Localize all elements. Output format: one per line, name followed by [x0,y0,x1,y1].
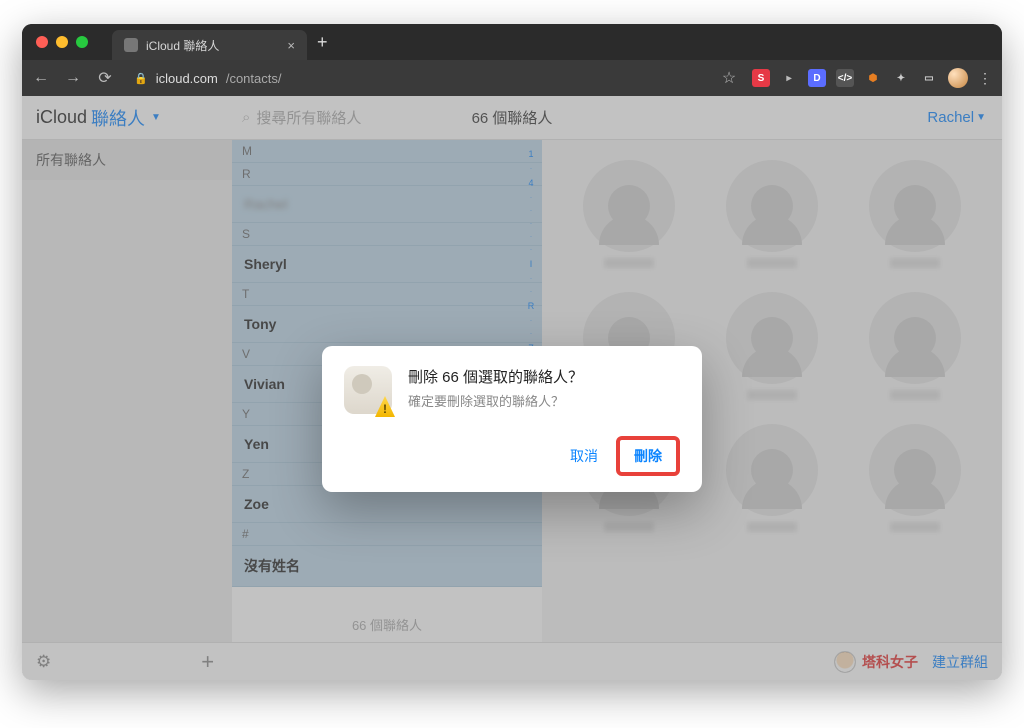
extension-s-icon[interactable]: S [752,69,770,87]
address-bar: ← → ⟳ 🔒 icloud.com/contacts/ ☆ S ▸ D </>… [22,60,1002,96]
extension-shield-icon[interactable]: ⬢ [864,69,882,87]
url-path: /contacts/ [226,71,282,86]
back-button[interactable]: ← [32,69,50,87]
dialog-subtitle: 確定要刪除選取的聯絡人？ [408,391,680,410]
extension-play-icon[interactable]: ▸ [780,69,798,87]
title-bar: iCloud 聯絡人 × + [22,24,1002,60]
apple-favicon-icon [124,38,138,52]
url-field[interactable]: 🔒 icloud.com/contacts/ [134,71,281,86]
icloud-contacts-app: iCloud 聯絡人 ▼ ⌕ 搜尋所有聯絡人 66 個聯絡人 Rachel ▼ … [22,96,1002,680]
browser-menu-icon[interactable]: ⋮ [978,70,992,87]
dialog-title: 刪除 66 個選取的聯絡人？ [408,366,680,387]
browser-window: iCloud 聯絡人 × + ← → ⟳ 🔒 icloud.com/contac… [22,24,1002,680]
url-host: icloud.com [156,71,218,86]
delete-button[interactable]: 刪除 [634,448,662,464]
new-tab-button[interactable]: + [317,32,328,53]
tab-title: iCloud 聯絡人 [146,37,219,54]
lock-icon: 🔒 [134,72,148,85]
browser-tab[interactable]: iCloud 聯絡人 × [112,30,307,60]
close-window-button[interactable] [36,36,48,48]
extension-icons: S ▸ D </> ⬢ ✦ ▭ ⋮ [752,68,992,88]
delete-button-highlight: 刪除 [616,436,680,476]
extension-d-icon[interactable]: D [808,69,826,87]
warning-icon [344,366,392,414]
extension-devtools-icon[interactable]: </> [836,69,854,87]
close-tab-icon[interactable]: × [287,38,295,53]
maximize-window-button[interactable] [76,36,88,48]
bookmark-star-icon[interactable]: ☆ [720,68,738,88]
minimize-window-button[interactable] [56,36,68,48]
cancel-button[interactable]: 取消 [570,446,598,466]
delete-confirm-dialog: 刪除 66 個選取的聯絡人？ 確定要刪除選取的聯絡人？ 取消 刪除 [322,346,702,492]
cast-icon[interactable]: ▭ [920,69,938,87]
traffic-lights [36,36,88,48]
reload-button[interactable]: ⟳ [96,68,114,88]
extensions-menu-icon[interactable]: ✦ [892,69,910,87]
profile-avatar[interactable] [948,68,968,88]
forward-button[interactable]: → [64,69,82,87]
